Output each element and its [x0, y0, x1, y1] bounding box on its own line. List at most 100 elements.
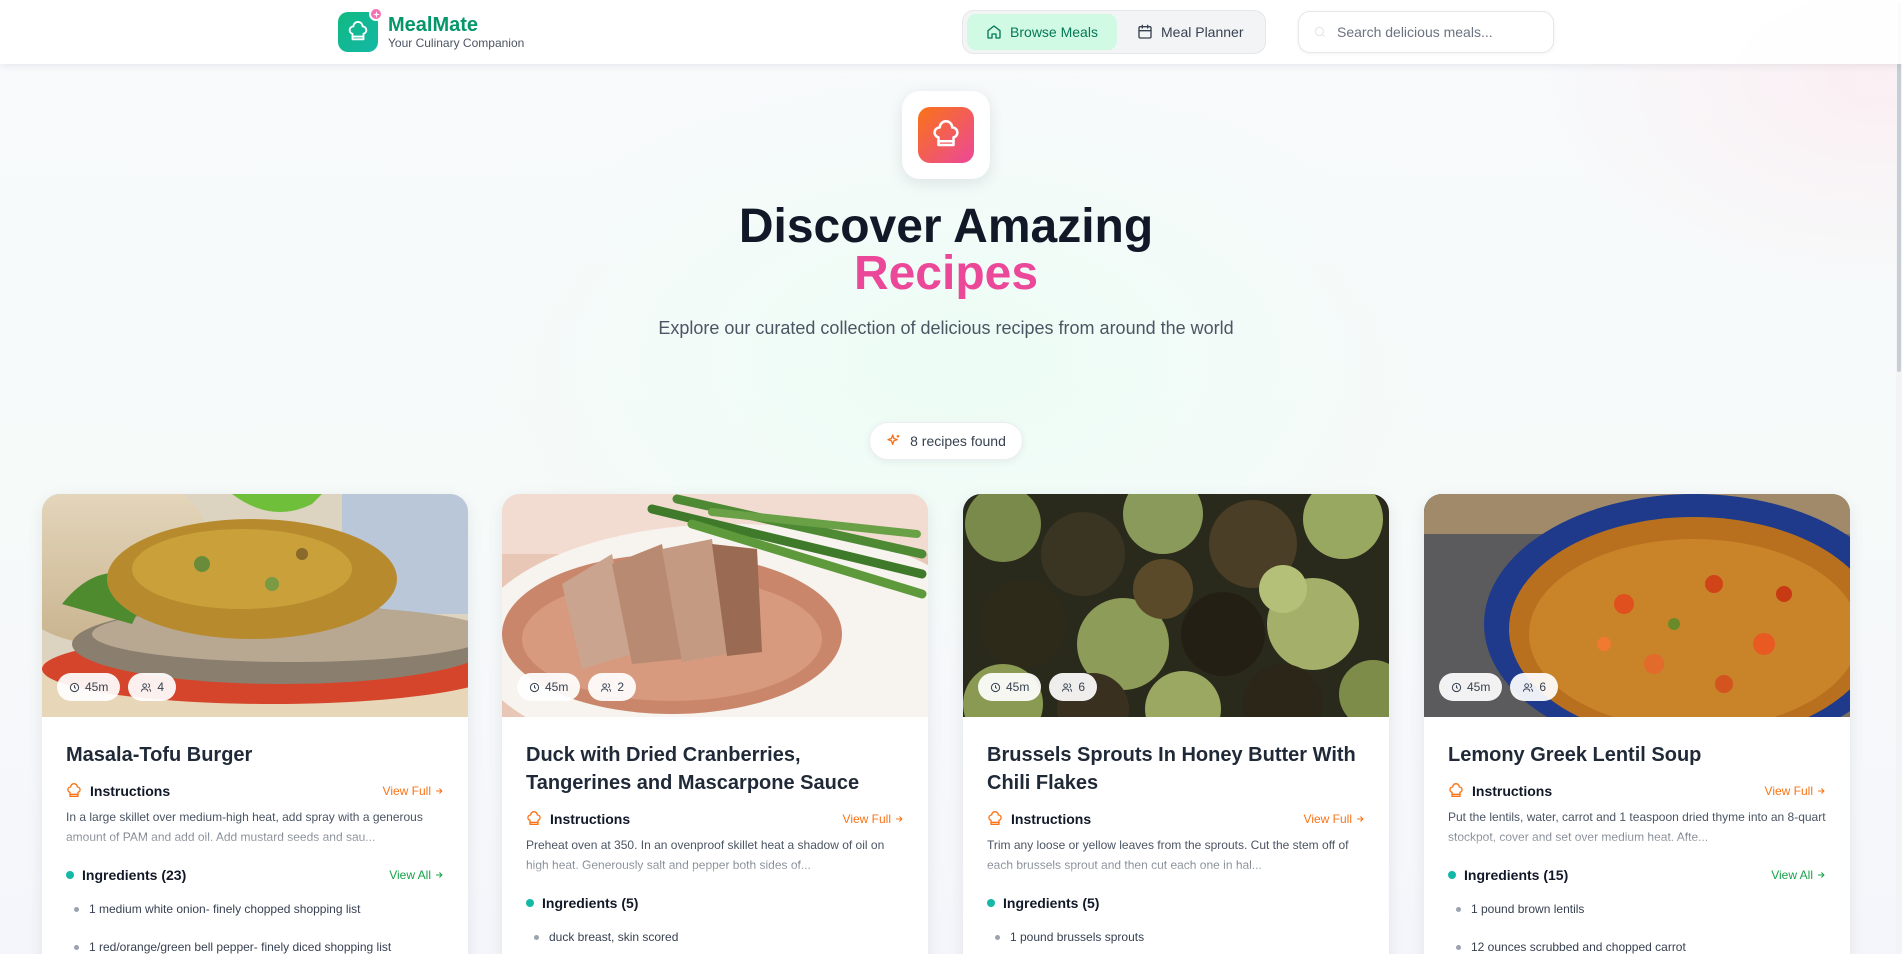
recipe-card[interactable]: 45m 4 Masala-Tofu Burger Instructions Vi…: [42, 494, 468, 954]
ingredient-item: 1 pound brussels sprouts: [987, 927, 1365, 947]
ingredients-dot-icon: [66, 871, 74, 879]
instructions-heading: Instructions: [1011, 811, 1092, 827]
search-icon: [1314, 26, 1326, 38]
servings-chip: 2: [588, 673, 637, 701]
users-icon: [1523, 682, 1534, 692]
time-label: 45m: [85, 680, 109, 694]
ingredients-dot-icon: [1448, 871, 1456, 879]
chef-hat-icon: [527, 811, 541, 825]
ingredient-item: 12 ounces scrubbed and chopped carrot: [1448, 937, 1826, 954]
ingredient-item: 1 medium white onion- finely chopped sho…: [66, 899, 444, 919]
clock-icon: [1451, 682, 1462, 692]
servings-label: 4: [157, 680, 165, 694]
search-box: [1298, 11, 1554, 53]
arrow-right-icon: [1818, 872, 1825, 878]
time-label: 45m: [1467, 680, 1491, 694]
view-full-link[interactable]: View Full: [1765, 784, 1826, 798]
recipe-image[interactable]: 45m 2: [502, 494, 928, 717]
hero-subtitle: Explore our curated collection of delici…: [658, 318, 1234, 338]
brand-name: MealMate: [388, 14, 479, 36]
recipe-title[interactable]: Lemony Greek Lentil Soup: [1448, 741, 1826, 769]
brand[interactable]: MealMate Your Culinary Companion: [338, 7, 525, 52]
instructions-heading: Instructions: [550, 811, 631, 827]
time-chip: 45m: [57, 673, 121, 701]
view-full-link[interactable]: View Full: [1304, 812, 1365, 826]
calendar-icon: [1138, 24, 1152, 39]
instructions-preview: Preheat oven at 350. In an ovenproof ski…: [526, 838, 885, 872]
time-chip: 45m: [1439, 673, 1503, 701]
recipe-title[interactable]: Masala-Tofu Burger: [66, 741, 444, 769]
main-nav: Browse Meals Meal Planner: [962, 10, 1266, 54]
nav-meal-planner-label: Meal Planner: [1161, 24, 1244, 40]
ingredient-text: 1 medium white onion- finely chopped sho…: [89, 902, 361, 916]
ingredient-item: duck breast, skin scored: [526, 927, 904, 947]
ingredient-text: 1 pound brown lentils: [1471, 902, 1585, 916]
view-all-link[interactable]: View All: [389, 868, 444, 882]
view-all-label: View All: [1771, 868, 1813, 882]
instructions-preview: Put the lentils, water, carrot and 1 tea…: [1448, 810, 1826, 844]
hero-title-highlight: Recipes: [853, 247, 1039, 300]
recipe-title[interactable]: Brussels Sprouts In Honey Butter With Ch…: [987, 741, 1365, 797]
ingredients-heading: Ingredients (5): [1003, 895, 1100, 911]
hero-title: Discover Amazing: [738, 200, 1154, 253]
chef-hat-icon: [67, 783, 81, 797]
view-full-link[interactable]: View Full: [383, 784, 444, 798]
sparkles-icon: [887, 434, 900, 445]
nav-meal-planner[interactable]: Meal Planner: [1123, 14, 1258, 50]
recipe-card[interactable]: 45m 2 Duck with Dried Cranberries, Tange…: [502, 494, 928, 954]
arrow-right-icon: [436, 872, 443, 878]
ingredients-heading: Ingredients (15): [1464, 867, 1569, 883]
view-full-label: View Full: [1764, 784, 1813, 798]
recipe-title[interactable]: Duck with Dried Cranberries, Tangerines …: [526, 741, 904, 797]
instructions-heading: Instructions: [90, 783, 171, 799]
chef-hat-icon: [988, 811, 1002, 825]
view-all-link[interactable]: View All: [1771, 868, 1826, 882]
users-icon: [601, 682, 612, 692]
recipe-image[interactable]: 45m 6: [963, 494, 1389, 717]
time-label: 45m: [545, 680, 569, 694]
ingredient-item: 1 pound brown lentils: [1448, 899, 1826, 919]
recipe-count-badge: 8 recipes found: [869, 422, 1023, 460]
bullet-icon: [1456, 906, 1461, 912]
arrow-right-icon: [1357, 816, 1364, 822]
bullet-icon: [534, 934, 539, 940]
home-icon: [987, 25, 1001, 39]
nav-browse-meals[interactable]: Browse Meals: [967, 14, 1117, 50]
nav-browse-meals-label: Browse Meals: [1010, 24, 1098, 40]
arrow-right-icon: [896, 816, 903, 822]
brand-tagline: Your Culinary Companion: [388, 36, 525, 50]
time-chip: 45m: [978, 673, 1042, 701]
instructions-preview: In a large skillet over medium-high heat…: [66, 810, 423, 844]
recipe-card[interactable]: 45m 6 Brussels Sprouts In Honey Butter W…: [963, 494, 1389, 954]
ingredients-dot-icon: [526, 899, 534, 907]
time-chip: 45m: [517, 673, 581, 701]
hero-icon-card: [902, 91, 990, 179]
ingredients-dot-icon: [987, 899, 995, 907]
users-icon: [1062, 682, 1073, 692]
recipe-image[interactable]: 45m 4: [42, 494, 468, 717]
servings-chip: 6: [1049, 673, 1098, 701]
view-full-label: View Full: [382, 784, 431, 798]
recipe-card[interactable]: 45m 6 Lemony Greek Lentil Soup Instructi…: [1424, 494, 1850, 954]
top-header: MealMate Your Culinary Companion Browse …: [0, 0, 1902, 64]
servings-label: 6: [1078, 680, 1086, 694]
chef-hat-logo-icon: [338, 7, 383, 52]
ingredient-text: 1 pound brussels sprouts: [1010, 930, 1145, 944]
search-input[interactable]: [1337, 12, 1547, 52]
instructions-preview: Trim any loose or yellow leaves from the…: [987, 838, 1349, 872]
clock-icon: [990, 682, 1001, 692]
view-full-link[interactable]: View Full: [843, 812, 904, 826]
scrollbar-track[interactable]: [1896, 0, 1902, 954]
ingredient-text: duck breast, skin scored: [549, 930, 679, 944]
instructions-heading: Instructions: [1472, 783, 1553, 799]
arrow-right-icon: [436, 788, 443, 794]
view-all-label: View All: [389, 868, 431, 882]
chef-hat-icon: [918, 107, 974, 163]
arrow-right-icon: [1818, 788, 1825, 794]
time-label: 45m: [1006, 680, 1030, 694]
ingredient-text: 1 red/orange/green bell pepper- finely d…: [89, 940, 392, 954]
clock-icon: [69, 682, 80, 692]
view-full-label: View Full: [842, 812, 891, 826]
recipe-image[interactable]: 45m 6: [1424, 494, 1850, 717]
bullet-icon: [74, 906, 79, 912]
